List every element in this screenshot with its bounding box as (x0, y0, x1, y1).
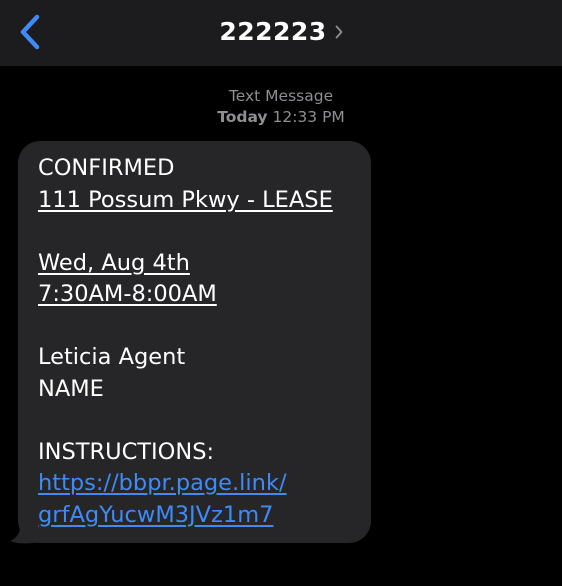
message-status: CONFIRMED (38, 155, 175, 181)
message-address[interactable]: 111 Possum Pkwy - LEASE (38, 185, 355, 217)
messages-screen: 222223 Text Message Today 12:33 PM CONFI… (0, 0, 562, 586)
message-instructions-label: INSTRUCTIONS: (38, 438, 215, 465)
message-agent: Leticia Agent (38, 344, 186, 370)
contact-name: 222223 (219, 17, 327, 46)
message-bubble[interactable]: CONFIRMED 111 Possum Pkwy - LEASE Wed, A… (18, 141, 371, 543)
chevron-right-icon (335, 25, 343, 39)
line-spacer (38, 405, 355, 437)
instructions-link[interactable]: https://bbpr.page.link/ (38, 470, 287, 496)
instructions-link-line2: grfAgYucwM3JVz1m7 (38, 500, 355, 532)
line-spacer (38, 216, 355, 248)
timestamp-day: Today (217, 108, 268, 126)
contact-details-button[interactable]: 222223 (219, 14, 343, 50)
conversation-header: 222223 (0, 14, 562, 50)
navigation-bar: 222223 (0, 0, 562, 66)
message-timestamp: Text Message Today 12:33 PM (0, 86, 562, 128)
message-time[interactable]: 7:30AM-8:00AM (38, 279, 355, 311)
timestamp-time: 12:33 PM (272, 108, 345, 126)
instructions-link-continued[interactable]: grfAgYucwM3JVz1m7 (38, 502, 273, 528)
timestamp: Today 12:33 PM (0, 107, 562, 128)
line-spacer (38, 311, 355, 343)
service-label: Text Message (228, 87, 334, 105)
instructions-link-line1: https://bbpr.page.link/ (38, 468, 355, 500)
message-agent-name: NAME (38, 375, 104, 402)
message-date[interactable]: Wed, Aug 4th (38, 248, 355, 280)
